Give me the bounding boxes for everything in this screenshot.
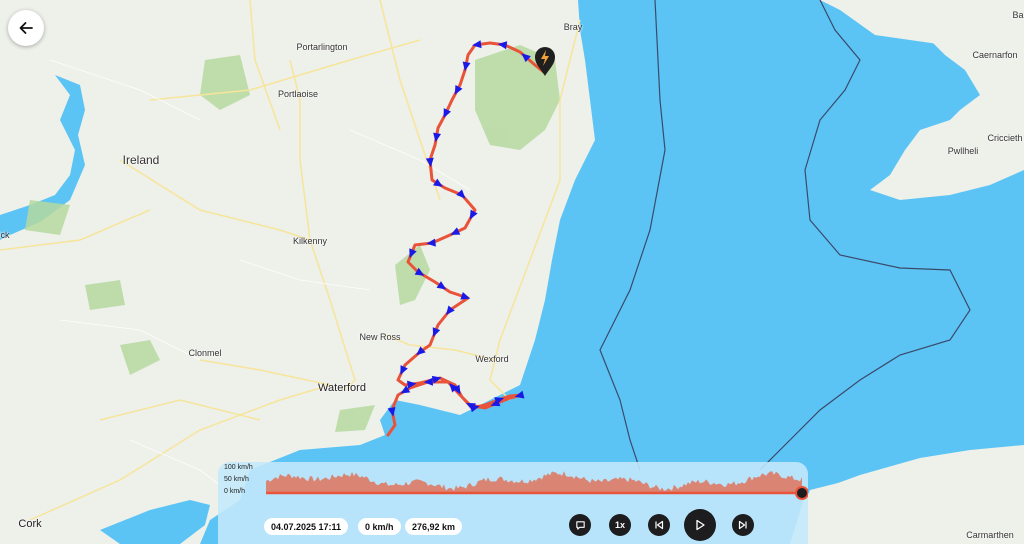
datetime-text: 04.07.2025 17:11 xyxy=(271,521,342,532)
back-button[interactable] xyxy=(8,10,44,46)
place-label: Caernarfon xyxy=(972,50,1018,60)
distance-chip: 276,92 km xyxy=(405,518,463,535)
skip-back-button[interactable] xyxy=(648,514,670,536)
playback-speed-label: 1x xyxy=(614,520,625,530)
place-label: Criccieth xyxy=(987,133,1023,143)
skip-forward-icon xyxy=(738,520,747,530)
place-label: Portarlington xyxy=(296,42,348,52)
place-label: Cork xyxy=(18,518,42,530)
place-label: Ba xyxy=(1012,10,1024,20)
arrow-left-icon xyxy=(19,22,33,34)
place-label: Clonmel xyxy=(188,348,222,358)
datetime-chip: 04.07.2025 17:11 xyxy=(264,518,349,535)
comment-button[interactable] xyxy=(569,514,591,536)
skip-back-icon xyxy=(655,520,664,530)
place-label: ick xyxy=(0,230,10,240)
place-label: Pwllheli xyxy=(947,146,979,156)
playback-panel: 100 km/h 50 km/h 0 km/h 04.07.2025 17:11… xyxy=(218,462,808,544)
speed-chip: 0 km/h xyxy=(358,518,401,535)
progress-handle[interactable] xyxy=(795,486,808,500)
place-label: New Ross xyxy=(359,332,401,342)
chart-label-0: 0 km/h xyxy=(224,488,246,495)
skip-forward-button[interactable] xyxy=(732,514,754,536)
place-label: Kilkenny xyxy=(292,236,328,246)
play-icon xyxy=(696,519,705,531)
place-label: Portlaoise xyxy=(277,89,319,99)
speed-chart[interactable] xyxy=(266,462,808,502)
chart-label-100: 100 km/h xyxy=(224,464,253,471)
place-label: Waterford xyxy=(318,382,366,394)
chart-label-50: 50 km/h xyxy=(224,476,249,483)
play-button[interactable] xyxy=(684,509,716,541)
speed-profile xyxy=(266,471,802,493)
place-label: Carmarthen xyxy=(966,530,1014,540)
playback-speed-button[interactable]: 1x xyxy=(609,514,631,536)
comment-icon xyxy=(575,520,585,530)
country-label: Ireland xyxy=(122,153,160,167)
place-label: Wexford xyxy=(475,354,509,364)
speed-text: 0 km/h xyxy=(365,521,394,532)
place-label: Bray xyxy=(563,22,583,32)
distance-text: 276,92 km xyxy=(412,521,456,532)
